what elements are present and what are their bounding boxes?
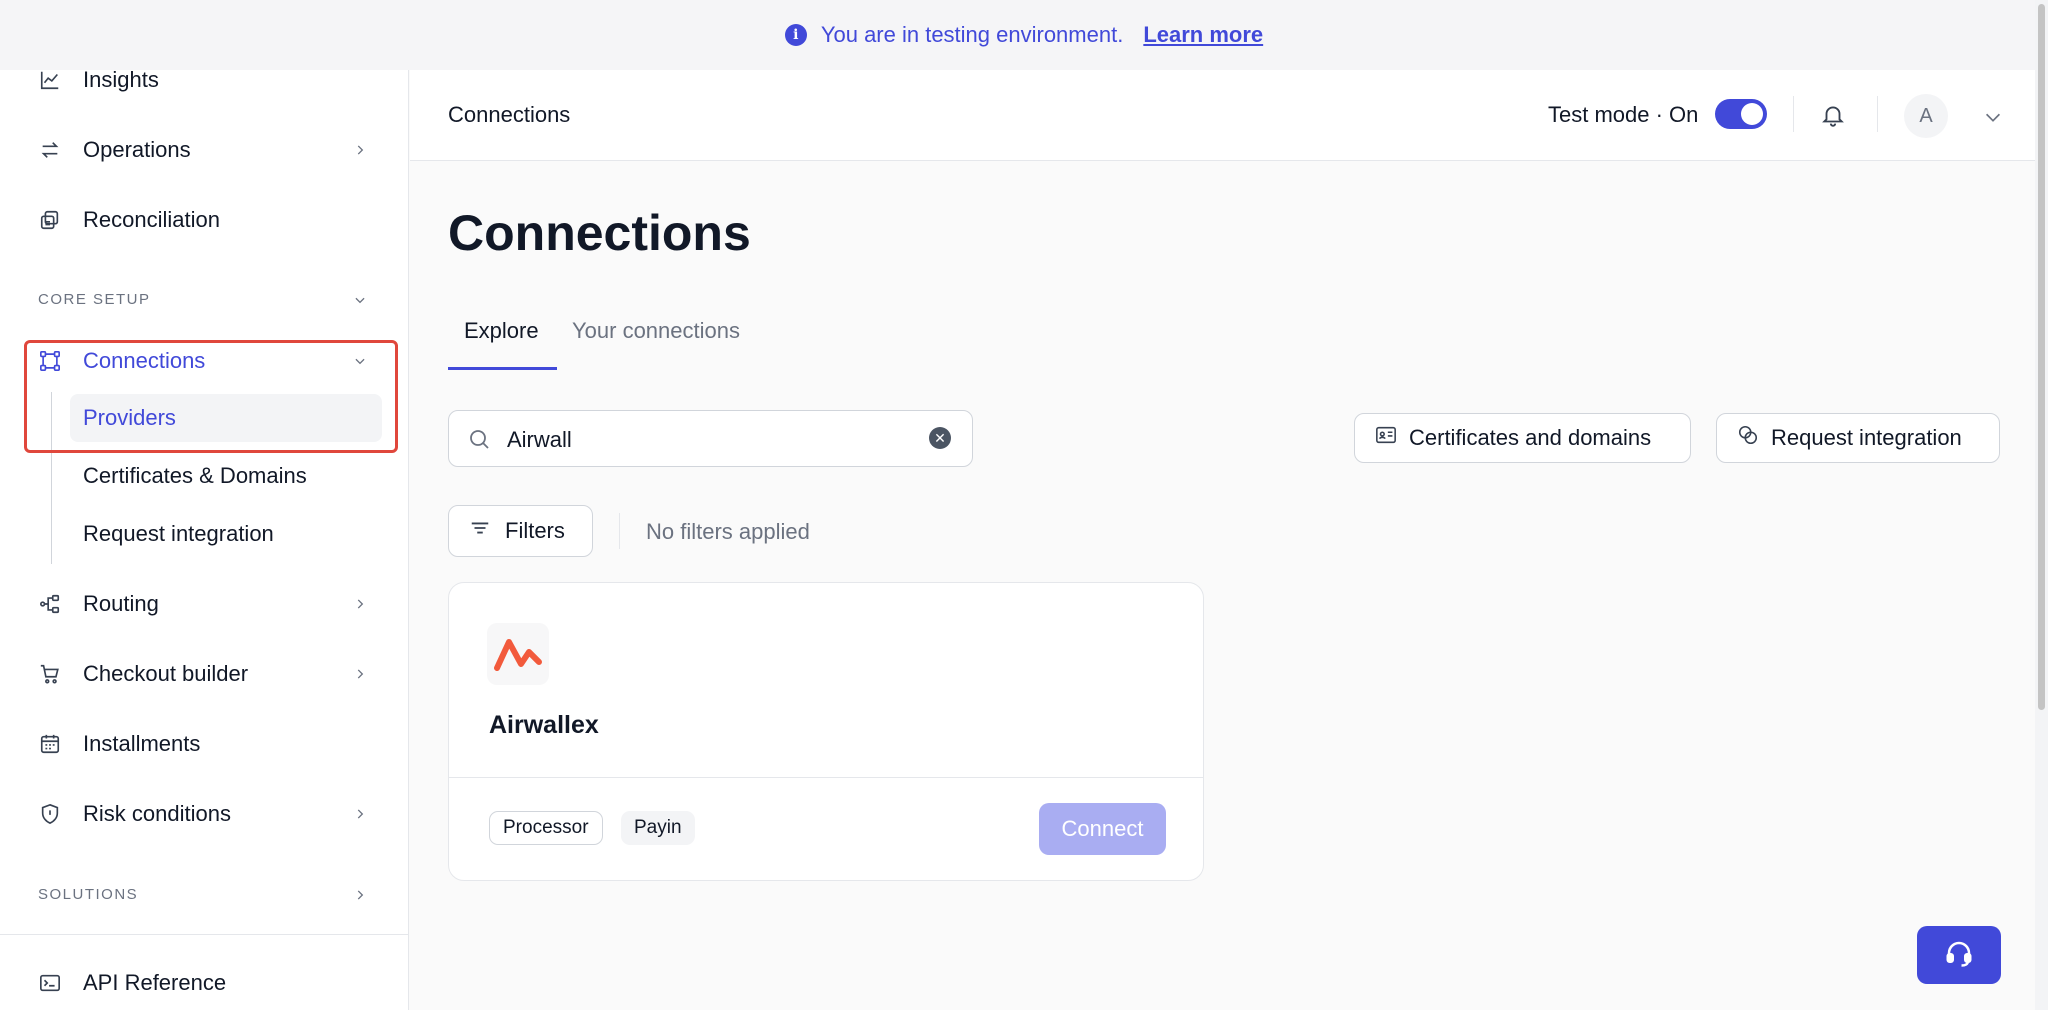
sidebar-subitem-certificates[interactable]: Certificates & Domains	[70, 452, 382, 500]
terminal-icon	[38, 971, 62, 995]
sidebar-item-risk-conditions[interactable]: Risk conditions	[0, 786, 409, 842]
learn-more-link[interactable]: Learn more	[1143, 22, 1263, 48]
filters-status: No filters applied	[646, 519, 810, 544]
chevron-down-icon[interactable]	[350, 290, 370, 310]
sidebar-item-label: API Reference	[83, 970, 227, 995]
filter-separator	[619, 513, 620, 549]
sidebar-item-routing[interactable]: Routing	[0, 576, 409, 632]
connect-button[interactable]: Connect	[1039, 803, 1166, 855]
toggle-knob	[1741, 103, 1763, 125]
sidebar-item-label: Risk conditions	[83, 801, 231, 826]
tag-payin: Payin	[621, 811, 695, 845]
bell-icon[interactable]	[1820, 102, 1846, 128]
info-icon: i	[784, 24, 807, 46]
sidebar-subitem-request-integration[interactable]: Request integration	[70, 510, 382, 558]
tag-processor: Processor	[489, 811, 603, 845]
card-divider	[449, 777, 1203, 778]
breadcrumb: Connections	[448, 102, 571, 127]
link-rings-icon	[1737, 424, 1759, 452]
chevron-right-icon	[350, 664, 370, 684]
clear-search-icon[interactable]: ✕	[929, 427, 951, 449]
sidebar-item-label: Checkout builder	[83, 661, 249, 686]
test-mode-label: Test mode · On	[1548, 102, 1699, 127]
sidebar-item-operations[interactable]: Operations	[0, 122, 409, 178]
avatar[interactable]: A	[1904, 94, 1948, 138]
sidebar-item-label: Reconciliation	[83, 207, 220, 232]
reconcile-icon	[38, 208, 62, 232]
active-tab-indicator	[448, 367, 557, 370]
request-integration-button[interactable]: Request integration	[1716, 413, 2000, 463]
sidebar-item-reconciliation[interactable]: Reconciliation	[0, 192, 409, 248]
highlight-annotation	[24, 340, 398, 453]
section-solutions: SOLUTIONS	[38, 886, 139, 903]
routing-icon	[38, 592, 62, 616]
top-header: Connections Test mode · On A	[410, 70, 2035, 161]
cart-icon	[38, 662, 62, 686]
sidebar-item-label: Operations	[83, 137, 191, 162]
page-title: Connections	[448, 205, 751, 261]
headset-icon	[1944, 938, 1974, 973]
sidebar-divider	[0, 934, 409, 935]
scrollbar-thumb[interactable]	[2038, 4, 2045, 710]
support-button[interactable]	[1917, 926, 2001, 984]
airwallex-logo-icon	[487, 623, 549, 685]
filters-button[interactable]: Filters	[448, 505, 593, 557]
calendar-icon	[38, 732, 62, 756]
tab-your-connections[interactable]: Your connections	[572, 318, 740, 344]
sidebar-item-installments[interactable]: Installments	[0, 716, 409, 772]
sidebar-item-checkout-builder[interactable]: Checkout builder	[0, 646, 409, 702]
sidebar-item-insights[interactable]: Insights	[0, 52, 409, 108]
banner-message: You are in testing environment.	[820, 22, 1124, 47]
search-box	[448, 410, 973, 467]
provider-card[interactable]: Airwallex Processor Payin Connect	[448, 582, 1204, 881]
filter-lines-icon	[469, 517, 491, 545]
chevron-right-icon	[350, 140, 370, 160]
chevron-right-icon	[350, 804, 370, 824]
chevron-right-icon	[350, 594, 370, 614]
sidebar-item-label: Installments	[83, 731, 201, 756]
test-mode-toggle[interactable]	[1715, 99, 1767, 129]
sidebar: Insights Operations Reconciliation CORE …	[0, 67, 409, 1010]
section-core-setup: CORE SETUP	[38, 291, 151, 308]
sidebar-item-label: Insights	[83, 67, 159, 92]
chevron-right-icon[interactable]	[350, 885, 370, 905]
id-card-icon	[1375, 424, 1397, 452]
arrows-swap-icon	[38, 138, 62, 162]
sidebar-item-api-reference[interactable]: API Reference	[0, 955, 409, 1010]
button-label: Certificates and domains	[1409, 425, 1652, 450]
header-separator	[1877, 96, 1878, 132]
sidebar-item-label: Routing	[83, 591, 159, 616]
search-icon	[467, 427, 491, 451]
certificates-and-domains-button[interactable]: Certificates and domains	[1354, 413, 1691, 463]
tab-explore[interactable]: Explore	[464, 318, 539, 344]
chart-line-icon	[38, 68, 62, 92]
header-separator	[1793, 96, 1794, 132]
provider-name: Airwallex	[489, 711, 599, 739]
button-label: Filters	[505, 518, 565, 543]
chevron-down-icon[interactable]	[1982, 106, 2004, 128]
page-scrollbar[interactable]	[2035, 0, 2048, 1010]
search-input[interactable]	[507, 427, 907, 453]
shield-icon	[38, 802, 62, 826]
button-label: Request integration	[1771, 425, 1962, 450]
